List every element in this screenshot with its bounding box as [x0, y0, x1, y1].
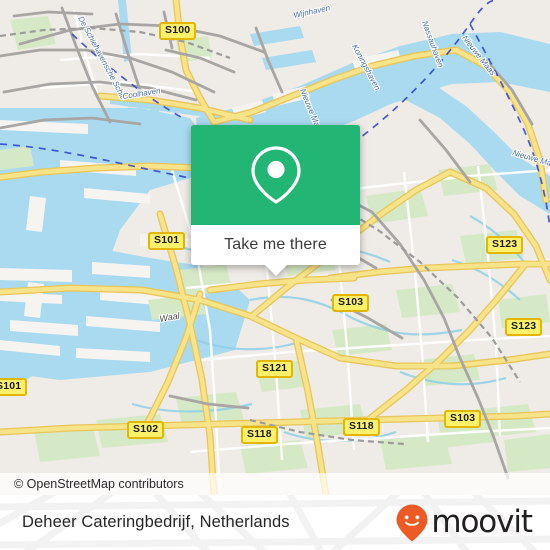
popup-tail	[264, 265, 287, 276]
popup-footer[interactable]: Take me there	[191, 225, 360, 276]
highway-shield-s123-upper: S123	[486, 236, 524, 254]
highway-shield-s121: S121	[256, 360, 294, 378]
moovit-smiley-pin-icon	[396, 504, 428, 541]
highway-shield-s101: S101	[148, 232, 186, 250]
highway-shield-s102: S102	[127, 421, 165, 439]
highway-shield-s123-lower: S123	[505, 318, 543, 336]
take-me-there-label: Take me there	[224, 236, 327, 253]
highway-shield-s118-left: S118	[241, 426, 278, 444]
moovit-brand[interactable]: moovit	[395, 503, 533, 543]
highway-shield-s118-right: S118	[343, 418, 380, 436]
location-popup-card[interactable]: Take me there	[191, 125, 360, 276]
place-title: Deheer Cateringbedrijf, Netherlands	[22, 513, 290, 531]
highway-shield-s103-upper: S103	[332, 294, 370, 312]
highway-shield-s103-lower: S103	[444, 410, 482, 428]
footer-bar: Deheer Cateringbedrijf, Netherlands moov…	[0, 495, 550, 550]
map-pin-icon	[250, 146, 301, 204]
highway-shield-s100: S100	[159, 22, 197, 40]
highway-shield-s101-edge: S101	[0, 378, 28, 396]
popup-header	[191, 125, 360, 225]
osm-attribution: © OpenStreetMap contributors	[0, 473, 550, 495]
moovit-map-screenshot: De Schiehavensche Schie Coolhaven Wijnha…	[0, 0, 550, 550]
moovit-wordmark: moovit	[431, 504, 533, 540]
map-canvas[interactable]: De Schiehavensche Schie Coolhaven Wijnha…	[0, 0, 550, 495]
